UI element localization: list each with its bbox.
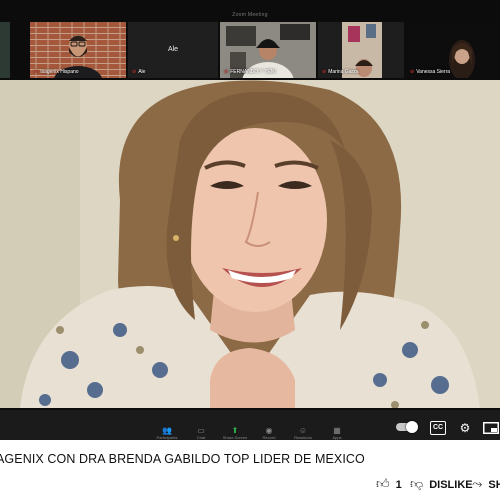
zoom-toolbar-chat[interactable]: ▭ Chat <box>184 426 218 440</box>
autoplay-play-icon <box>406 421 418 433</box>
participant-name: ⊘ FERNANDO Y YENI <box>224 69 276 75</box>
participant-tile: Ale ⊘ Ale <box>128 22 218 78</box>
participant-tile: ⊘ Isagenix Hispano <box>30 22 126 78</box>
active-speaker-video <box>0 80 500 408</box>
share-icon: ⤳ <box>472 476 483 491</box>
autoplay-toggle[interactable] <box>396 421 418 433</box>
participant-name: ⊘ Marina Garza <box>322 69 359 75</box>
settings-icon[interactable]: ⚙ <box>456 418 474 438</box>
participant-avatar-name: Ale <box>167 46 179 53</box>
participant-tile: ⊘ Vanessa Sierra <box>406 22 496 78</box>
apps-icon: ▦ <box>333 426 341 435</box>
video-player[interactable]: Zoom Meeting ⊘ Isagenix Hispano Ale ⊘ Al… <box>0 0 500 440</box>
cc-button[interactable]: CC <box>430 421 446 435</box>
mic-muted-icon: ⊘ <box>132 69 137 75</box>
participant-tile: ⊘ Marina Garza <box>318 22 404 78</box>
speaker-image <box>0 80 500 408</box>
thumbs-down-icon: 👎︎ <box>410 476 424 491</box>
like-button[interactable]: 👍︎ 1 <box>376 474 402 494</box>
zoom-toolbar-participants[interactable]: 👥 Participants <box>150 426 184 440</box>
dislike-button[interactable]: 👎︎ DISLIKE <box>410 474 473 494</box>
share-screen-icon: ⬆ <box>231 426 239 435</box>
participant-name: ⊘ Vanessa Sierra <box>410 69 451 75</box>
video-actions: 👍︎ 1 👎︎ DISLIKE ⤳ SH <box>0 474 500 494</box>
zoom-window-title: Zoom Meeting <box>232 12 268 18</box>
mic-muted-icon: ⊘ <box>224 69 229 75</box>
mic-muted-icon: ⊘ <box>322 69 327 75</box>
like-count: 1 <box>395 479 402 491</box>
chat-icon: ▭ <box>197 426 205 435</box>
video-title: AGENIX CON DRA BRENDA GABILDO TOP LIDER … <box>0 452 365 466</box>
zoom-toolbar-share-screen[interactable]: ⬆ Share Screen <box>218 426 252 440</box>
zoom-toolbar-apps[interactable]: ▦ Apps <box>320 426 354 440</box>
miniplayer-icon[interactable] <box>482 418 500 438</box>
participant-name: ⊘ Isagenix Hispano <box>34 69 79 75</box>
share-button[interactable]: ⤳ SH <box>472 474 500 494</box>
participant-name: ⊘ Ale <box>132 69 146 75</box>
share-label: SH <box>488 479 500 491</box>
record-icon: ◉ <box>265 426 273 435</box>
participant-tile: ⊘ FERNANDO Y YENI <box>220 22 316 78</box>
mic-muted-icon: ⊘ <box>410 69 415 75</box>
player-controls-right: CC ⚙ <box>396 418 500 438</box>
miniplayer-glyph <box>483 422 499 434</box>
people-icon: 👥 <box>162 426 172 435</box>
zoom-toolbar-record[interactable]: ◉ Record <box>252 426 286 440</box>
zoom-toolbar-reactions[interactable]: ☺ Reactions <box>286 426 320 440</box>
mic-muted-icon: ⊘ <box>34 69 39 75</box>
reactions-icon: ☺ <box>298 426 308 435</box>
thumbs-up-icon: 👍︎ <box>376 476 390 491</box>
participant-strip: ⊘ Isagenix Hispano Ale ⊘ Ale ⊘ FERNANDO Y Y… <box>0 22 500 78</box>
participant-tile-partial <box>0 22 10 78</box>
dislike-label: DISLIKE <box>429 479 473 491</box>
